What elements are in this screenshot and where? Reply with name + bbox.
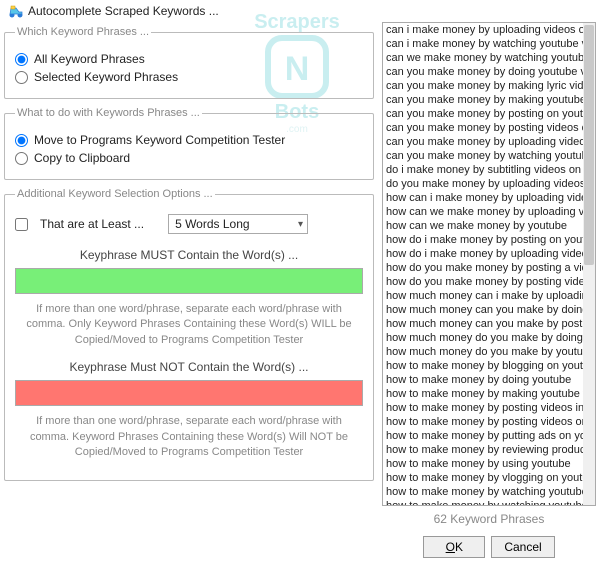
list-item[interactable]: how can we make money by uploading vide — [383, 205, 583, 219]
radio-move[interactable]: Move to Programs Keyword Competition Tes… — [15, 133, 363, 147]
must-not-contain-label: Keyphrase Must NOT Contain the Word(s) .… — [15, 360, 363, 374]
list-item[interactable]: how do you make money by posting a video — [383, 261, 583, 275]
list-item[interactable]: can you make money by watching youtube v — [383, 149, 583, 163]
list-item[interactable]: can you make money by posting on youtube — [383, 107, 583, 121]
list-item[interactable]: how can we make money by youtube — [383, 219, 583, 233]
list-item[interactable]: how do i make money by posting on youtub… — [383, 233, 583, 247]
list-item[interactable]: how much money can you make by doing yo — [383, 303, 583, 317]
list-item[interactable]: how do i make money by uploading videos … — [383, 247, 583, 261]
list-item[interactable]: how to make money by blogging on youtube — [383, 359, 583, 373]
list-item[interactable]: how to make money by using youtube — [383, 457, 583, 471]
list-item[interactable]: how to make money by posting videos on y… — [383, 415, 583, 429]
list-item[interactable]: do you make money by uploading videos on — [383, 177, 583, 191]
list-item[interactable]: how to make money by vlogging on youtube — [383, 471, 583, 485]
radio-copy-input[interactable] — [15, 152, 28, 165]
list-item[interactable]: how to make money by watching youtube vi — [383, 499, 583, 505]
list-item[interactable]: how much money do you make by doing you — [383, 331, 583, 345]
app-icon — [8, 3, 24, 19]
cancel-button[interactable]: Cancel — [491, 536, 554, 558]
ok-button[interactable]: OK — [423, 536, 485, 558]
checkbox-at-least-label: That are at Least ... — [40, 217, 144, 231]
list-item[interactable]: how to make money by doing youtube — [383, 373, 583, 387]
list-item[interactable]: can you make money by doing youtube vide — [383, 65, 583, 79]
radio-all-phrases[interactable]: All Keyword Phrases — [15, 52, 363, 66]
right-panel: can i make money by uploading videos on … — [382, 22, 596, 558]
list-item[interactable]: can we make money by watching youtube v — [383, 51, 583, 65]
radio-selected-phrases-input[interactable] — [15, 71, 28, 84]
list-item[interactable]: how much money can you make by posting — [383, 317, 583, 331]
which-phrases-legend: Which Keyword Phrases ... — [15, 26, 151, 38]
list-item[interactable]: can you make money by posting videos on … — [383, 121, 583, 135]
list-item[interactable]: how much money can i make by uploading v — [383, 289, 583, 303]
action-group: What to do with Keywords Phrases ... Mov… — [4, 107, 374, 180]
radio-all-phrases-label: All Keyword Phrases — [34, 52, 145, 66]
list-item[interactable]: how do you make money by posting videos … — [383, 275, 583, 289]
keyword-count-label: 62 Keyword Phrases — [382, 512, 596, 526]
radio-all-phrases-input[interactable] — [15, 53, 28, 66]
must-not-contain-input[interactable] — [15, 380, 363, 406]
checkbox-at-least[interactable] — [15, 218, 28, 231]
autocomplete-keywords-dialog: Scrapers N Bots .com Autocomplete Scrape… — [0, 0, 608, 576]
listbox-scrollbar[interactable] — [583, 23, 595, 505]
list-item[interactable]: can you make money by uploading videos o — [383, 135, 583, 149]
list-item[interactable]: can you make money by making lyric video… — [383, 79, 583, 93]
radio-move-label: Move to Programs Keyword Competition Tes… — [34, 133, 285, 147]
list-item[interactable]: can i make money by uploading videos on … — [383, 23, 583, 37]
left-panel: Which Keyword Phrases ... All Keyword Ph… — [4, 22, 374, 558]
keyword-listbox[interactable]: can i make money by uploading videos on … — [382, 22, 596, 506]
list-item[interactable]: how to make money by making youtube vide — [383, 387, 583, 401]
list-item[interactable]: how to make money by posting videos in y… — [383, 401, 583, 415]
list-item[interactable]: how can i make money by uploading videos — [383, 191, 583, 205]
list-item[interactable]: how much money do you make by youtube — [383, 345, 583, 359]
must-not-contain-help: If more than one word/phrase, separate e… — [17, 414, 361, 460]
action-legend: What to do with Keywords Phrases ... — [15, 107, 202, 119]
words-long-value: 5 Words Long — [175, 217, 250, 231]
list-item[interactable]: how to make money by reviewing products … — [383, 443, 583, 457]
must-contain-help: If more than one word/phrase, separate e… — [17, 302, 361, 348]
words-long-combobox[interactable]: 5 Words Long ▾ — [168, 214, 308, 234]
list-item[interactable]: can you make money by making youtube vid — [383, 93, 583, 107]
scroll-thumb[interactable] — [584, 25, 594, 265]
radio-selected-phrases[interactable]: Selected Keyword Phrases — [15, 70, 363, 84]
which-phrases-group: Which Keyword Phrases ... All Keyword Ph… — [4, 26, 374, 99]
chevron-down-icon: ▾ — [298, 219, 303, 230]
title-bar: Autocomplete Scraped Keywords ... — [4, 0, 604, 22]
window-title: Autocomplete Scraped Keywords ... — [28, 4, 219, 18]
additional-options-group: Additional Keyword Selection Options ...… — [4, 188, 374, 481]
radio-copy[interactable]: Copy to Clipboard — [15, 151, 363, 165]
list-item[interactable]: how to make money by watching youtube vi — [383, 485, 583, 499]
radio-copy-label: Copy to Clipboard — [34, 151, 130, 165]
radio-selected-phrases-label: Selected Keyword Phrases — [34, 70, 178, 84]
must-contain-input[interactable] — [15, 268, 363, 294]
list-item[interactable]: can i make money by watching youtube vid… — [383, 37, 583, 51]
list-item[interactable]: do i make money by subtitling videos on … — [383, 163, 583, 177]
must-contain-label: Keyphrase MUST Contain the Word(s) ... — [15, 248, 363, 262]
radio-move-input[interactable] — [15, 134, 28, 147]
additional-options-legend: Additional Keyword Selection Options ... — [15, 188, 215, 200]
list-item[interactable]: how to make money by putting ads on yout… — [383, 429, 583, 443]
